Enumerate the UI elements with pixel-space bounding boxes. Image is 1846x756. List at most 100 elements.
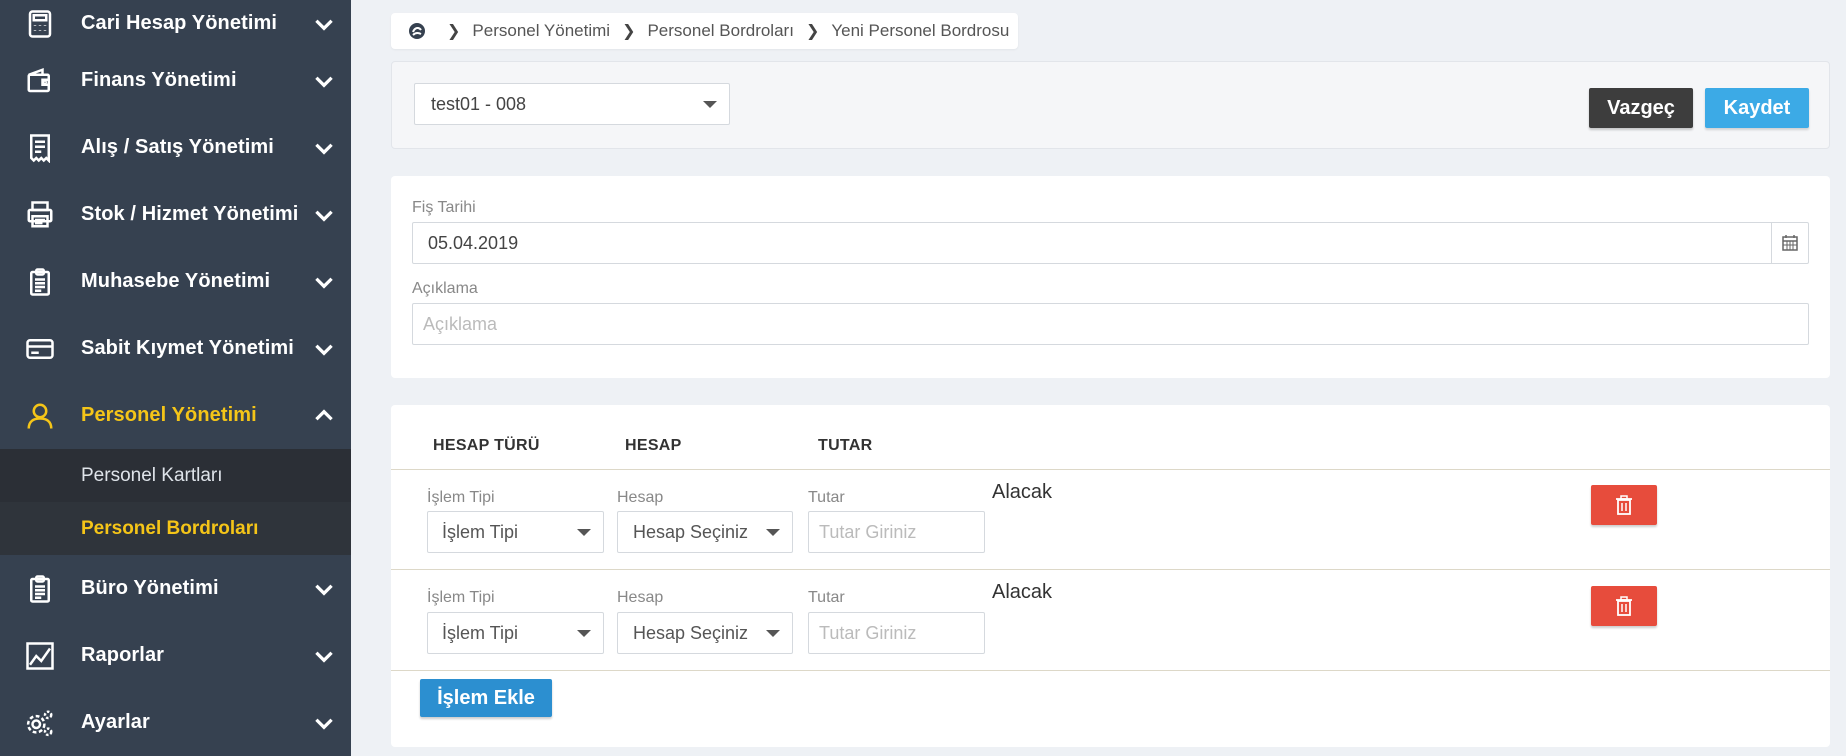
delete-row-button[interactable] [1591, 485, 1657, 525]
sidebar-item-raporlar[interactable]: Raporlar [0, 622, 351, 689]
row-divider [391, 670, 1830, 671]
save-button[interactable]: Kaydet [1705, 88, 1809, 128]
calculator-icon [24, 8, 56, 40]
column-header-amount: TUTAR [818, 437, 873, 454]
sidebar-subitem-personel-kartlari[interactable]: Personel Kartları [0, 449, 351, 502]
date-field[interactable]: 05.04.2019 [412, 222, 1809, 264]
row-type-select[interactable]: İşlem Tipi [427, 511, 604, 553]
breadcrumb-item-current: Yeni Personel Bordrosu [831, 21, 1010, 40]
chevron-down-icon [311, 643, 337, 669]
column-header-account: HESAP [625, 437, 682, 454]
row-side-label: Alacak [992, 581, 1053, 603]
sidebar-item-alis-satis[interactable]: Alış / Satış Yönetimi [0, 114, 351, 181]
user-icon [24, 400, 56, 432]
row-divider [391, 569, 1830, 570]
sidebar-subitem-personel-bordrolari[interactable]: Personel Bordroları [0, 502, 351, 555]
delete-row-button[interactable] [1591, 586, 1657, 626]
clipboard-list-icon [24, 573, 56, 605]
sidebar-item-label: Alış / Satış Yönetimi [81, 136, 274, 158]
date-label: Fiş Tarihi [412, 199, 476, 216]
row-amount-input[interactable]: Tutar Giriniz [808, 612, 985, 654]
row-account-select[interactable]: Hesap Seçiniz [617, 612, 793, 654]
row-account-value: Hesap Seçiniz [633, 521, 749, 542]
chevron-right-icon: ❯ [447, 23, 461, 40]
sidebar-item-label: Personel Yönetimi [81, 404, 257, 426]
breadcrumb-item[interactable]: Personel Yönetimi [472, 21, 610, 41]
column-header-account-type: HESAP TÜRÜ [433, 437, 540, 454]
gears-icon [24, 707, 56, 739]
sidebar-item-label: Sabit Kıymet Yönetimi [81, 337, 294, 359]
trash-icon [1616, 495, 1632, 515]
sidebar-item-ayarlar[interactable]: Ayarlar [0, 689, 351, 756]
chart-icon [24, 640, 56, 672]
chevron-down-icon [311, 710, 337, 736]
sidebar-subitem-label: Personel Bordroları [81, 517, 259, 539]
sidebar-subitem-label: Personel Kartları [81, 464, 223, 486]
cancel-button[interactable]: Vazgeç [1589, 88, 1693, 128]
sidebar-item-buro[interactable]: Büro Yönetimi [0, 555, 351, 622]
description-field[interactable]: Açıklama [412, 303, 1809, 345]
description-label: Açıklama [412, 280, 478, 297]
chevron-down-icon [311, 11, 337, 37]
add-line-button[interactable]: İşlem Ekle [420, 679, 552, 717]
sidebar-item-label: Büro Yönetimi [81, 577, 219, 599]
row-type-label: İşlem Tipi [427, 589, 495, 606]
sidebar-item-finans[interactable]: Finans Yönetimi [0, 47, 351, 114]
chevron-down-icon [311, 68, 337, 94]
row-type-select[interactable]: İşlem Tipi [427, 612, 604, 654]
sidebar-item-personel[interactable]: Personel Yönetimi [0, 382, 351, 449]
caret-down-icon [703, 101, 717, 108]
company-select[interactable]: test01 - 008 [414, 83, 730, 125]
chevron-right-icon: ❯ [622, 23, 636, 40]
row-type-value: İşlem Tipi [442, 622, 519, 643]
sidebar: Cari Hesap Yönetimi Finans Yönetimi Alış… [0, 0, 351, 756]
description-placeholder: Açıklama [423, 313, 498, 334]
row-amount-placeholder: Tutar Giriniz [819, 521, 917, 542]
wallet-icon [24, 65, 56, 97]
company-select-value: test01 - 008 [431, 93, 527, 114]
trash-icon [1616, 596, 1632, 616]
date-value: 05.04.2019 [428, 232, 519, 253]
caret-down-icon [766, 630, 780, 637]
caret-down-icon [766, 529, 780, 536]
sidebar-item-label: Ayarlar [81, 711, 150, 733]
lines-card: HESAP TÜRÜ HESAP TUTAR İşlem Tipi İşlem … [391, 405, 1830, 747]
chevron-down-icon [311, 336, 337, 362]
chevron-up-icon [311, 403, 337, 429]
clipboard-icon [24, 266, 56, 298]
row-account-label: Hesap [617, 489, 664, 506]
row-type-label: İşlem Tipi [427, 489, 495, 506]
chevron-down-icon [311, 202, 337, 228]
row-account-label: Hesap [617, 589, 664, 606]
home-logo-icon[interactable] [407, 21, 427, 41]
row-amount-label: Tutar [808, 489, 845, 506]
row-account-select[interactable]: Hesap Seçiniz [617, 511, 793, 553]
voucher-form-card: Fiş Tarihi 05.04.2019 Açıklama Açıklama [391, 176, 1830, 378]
row-amount-label: Tutar [808, 589, 845, 606]
sidebar-item-label: Raporlar [81, 644, 165, 666]
header-card: test01 - 008 Vazgeç Kaydet [391, 61, 1830, 149]
receipt-icon [24, 132, 56, 164]
breadcrumb-item[interactable]: Personel Bordroları [647, 21, 793, 41]
sidebar-item-sabit-kiymet[interactable]: Sabit Kıymet Yönetimi [0, 315, 351, 382]
sidebar-item-cari-hesap[interactable]: Cari Hesap Yönetimi [0, 0, 351, 47]
row-amount-input[interactable]: Tutar Giriniz [808, 511, 985, 553]
caret-down-icon [577, 529, 591, 536]
chevron-down-icon [311, 135, 337, 161]
sidebar-item-label: Cari Hesap Yönetimi [81, 12, 278, 34]
sidebar-item-label: Stok / Hizmet Yönetimi [81, 203, 299, 225]
sidebar-item-muhasebe[interactable]: Muhasebe Yönetimi [0, 248, 351, 315]
credit-card-icon [24, 333, 56, 365]
calendar-icon[interactable] [1771, 223, 1808, 263]
row-account-value: Hesap Seçiniz [633, 622, 749, 643]
chevron-right-icon: ❯ [805, 23, 820, 40]
sidebar-item-stok-hizmet[interactable]: Stok / Hizmet Yönetimi [0, 181, 351, 248]
caret-down-icon [577, 630, 591, 637]
row-amount-placeholder: Tutar Giriniz [819, 622, 917, 643]
printer-icon [24, 199, 56, 231]
chevron-down-icon [311, 269, 337, 295]
sidebar-item-label: Muhasebe Yönetimi [81, 270, 271, 292]
breadcrumb: ❯ Personel Yönetimi ❯ Personel Bordrolar… [391, 13, 1018, 49]
row-side-label: Alacak [992, 481, 1053, 503]
row-divider [391, 469, 1830, 470]
